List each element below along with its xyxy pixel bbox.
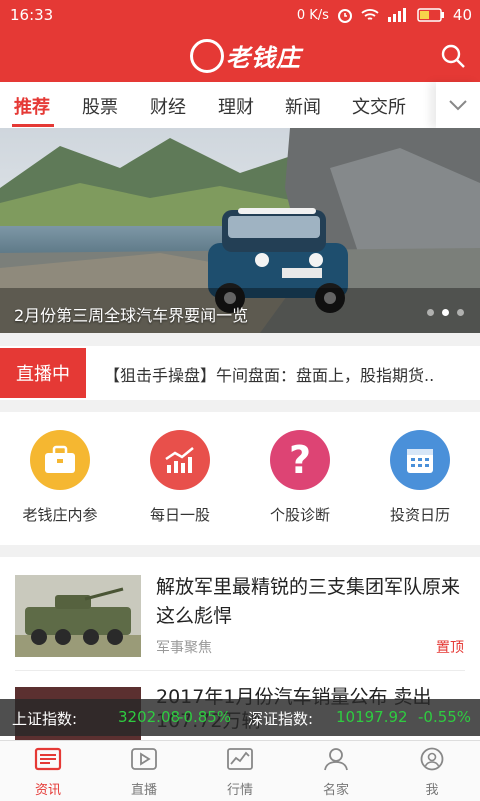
battery-icon bbox=[417, 8, 444, 22]
index-ticker: 上证指数: 3202.08 -0.85% 深证指数: 10197.92 -0.5… bbox=[0, 699, 480, 736]
feature-label: 个股诊断 bbox=[269, 506, 330, 524]
app-header: 老钱庄 bbox=[0, 30, 480, 82]
sz-index-value: 10197.92 bbox=[336, 708, 408, 726]
news-thumbnail bbox=[15, 575, 141, 657]
tab-exchange[interactable]: 文交所 bbox=[352, 93, 406, 119]
tabbar-label: 行情 bbox=[226, 783, 253, 798]
carousel-dots bbox=[427, 309, 464, 316]
status-time: 16:33 bbox=[10, 6, 54, 24]
pinned-label: 置顶 bbox=[436, 640, 464, 656]
news-title: 解放军里最精锐的三支集团军队原来这么彪悍 bbox=[156, 576, 461, 627]
tab-news[interactable]: 新闻 bbox=[285, 93, 321, 119]
brand-logo: 老钱庄 bbox=[190, 38, 301, 73]
sh-index-label: 上证指数: bbox=[12, 710, 78, 728]
feature-label: 每日一股 bbox=[149, 506, 210, 524]
market-chart-icon bbox=[227, 748, 253, 770]
banner-carousel[interactable]: 2月份第三周全球汽车界要闻一览 bbox=[0, 128, 480, 333]
tab-finance[interactable]: 财经 bbox=[150, 93, 186, 119]
logo-mark-icon bbox=[190, 38, 224, 73]
brand-name: 老钱庄 bbox=[226, 44, 301, 72]
status-bar: 16:33 0 K/s 40 bbox=[0, 0, 480, 30]
tabbar-label: 直播 bbox=[130, 783, 157, 798]
active-tab-indicator bbox=[12, 124, 54, 127]
news-icon bbox=[34, 747, 62, 771]
expert-icon bbox=[324, 748, 348, 771]
tab-stocks[interactable]: 股票 bbox=[82, 93, 118, 119]
carousel-dot bbox=[457, 309, 464, 316]
live-badge: 直播中 bbox=[0, 348, 86, 398]
tabbar-me[interactable]: 我 bbox=[384, 747, 480, 798]
carousel-dot bbox=[427, 309, 434, 316]
sz-index-label: 深证指数: bbox=[248, 710, 314, 728]
feature-label: 老钱庄内参 bbox=[22, 506, 98, 524]
trend-chart-icon bbox=[150, 430, 210, 490]
tabbar-news[interactable]: 资讯 bbox=[0, 747, 96, 798]
feature-insider[interactable]: 老钱庄内参 bbox=[0, 430, 120, 525]
tab-recommend[interactable]: 推荐 bbox=[14, 93, 50, 119]
sh-index-value: 3202.08 bbox=[118, 708, 181, 726]
calendar-icon bbox=[390, 430, 450, 490]
more-tabs-button[interactable] bbox=[436, 82, 480, 128]
tabbar-label: 我 bbox=[425, 783, 439, 798]
play-icon bbox=[131, 748, 157, 770]
feature-daily-stock[interactable]: 每日一股 bbox=[120, 430, 240, 525]
briefcase-icon bbox=[30, 430, 90, 490]
chevron-down-icon bbox=[449, 100, 467, 111]
sz-index-change: -0.55% bbox=[418, 708, 472, 726]
feature-calendar[interactable]: 投资日历 bbox=[360, 430, 480, 525]
net-speed: 0 K/s bbox=[296, 7, 329, 23]
tabbar-experts[interactable]: 名家 bbox=[288, 747, 384, 798]
tabbar-label: 资讯 bbox=[34, 783, 61, 798]
tabbar-live[interactable]: 直播 bbox=[96, 747, 192, 798]
user-icon bbox=[420, 747, 444, 771]
feature-label: 投资日历 bbox=[389, 506, 450, 524]
alarm-icon bbox=[337, 9, 352, 23]
sh-index-change: -0.85% bbox=[178, 708, 232, 726]
news-tag: 军事聚焦 bbox=[156, 640, 212, 656]
search-icon[interactable] bbox=[440, 43, 466, 69]
divider bbox=[15, 670, 465, 671]
battery-level: 40 bbox=[452, 6, 472, 24]
feature-grid: 老钱庄内参 每日一股 ? 个股诊断 投资日历 bbox=[0, 412, 480, 545]
wifi-icon bbox=[361, 9, 379, 20]
tabbar-label: 名家 bbox=[322, 783, 349, 798]
question-icon: ? bbox=[270, 430, 330, 490]
feature-diagnosis[interactable]: ? 个股诊断 bbox=[240, 430, 360, 525]
category-tabs: 推荐 股票 财经 理财 新闻 文交所 bbox=[0, 82, 480, 129]
live-strip[interactable]: 直播中 【狙击手操盘】午间盘面：盘面上，股指期货.. bbox=[0, 346, 480, 400]
bottom-tab-bar: 资讯 直播 行情 名家 我 bbox=[0, 740, 480, 801]
signal-icon bbox=[387, 8, 406, 22]
tab-wealth[interactable]: 理财 bbox=[218, 93, 254, 119]
live-headline[interactable]: 【狙击手操盘】午间盘面：盘面上，股指期货.. bbox=[104, 362, 466, 386]
tabbar-market[interactable]: 行情 bbox=[192, 747, 288, 798]
carousel-dot-active bbox=[442, 309, 449, 316]
banner-caption: 2月份第三周全球汽车界要闻一览 bbox=[14, 306, 249, 325]
